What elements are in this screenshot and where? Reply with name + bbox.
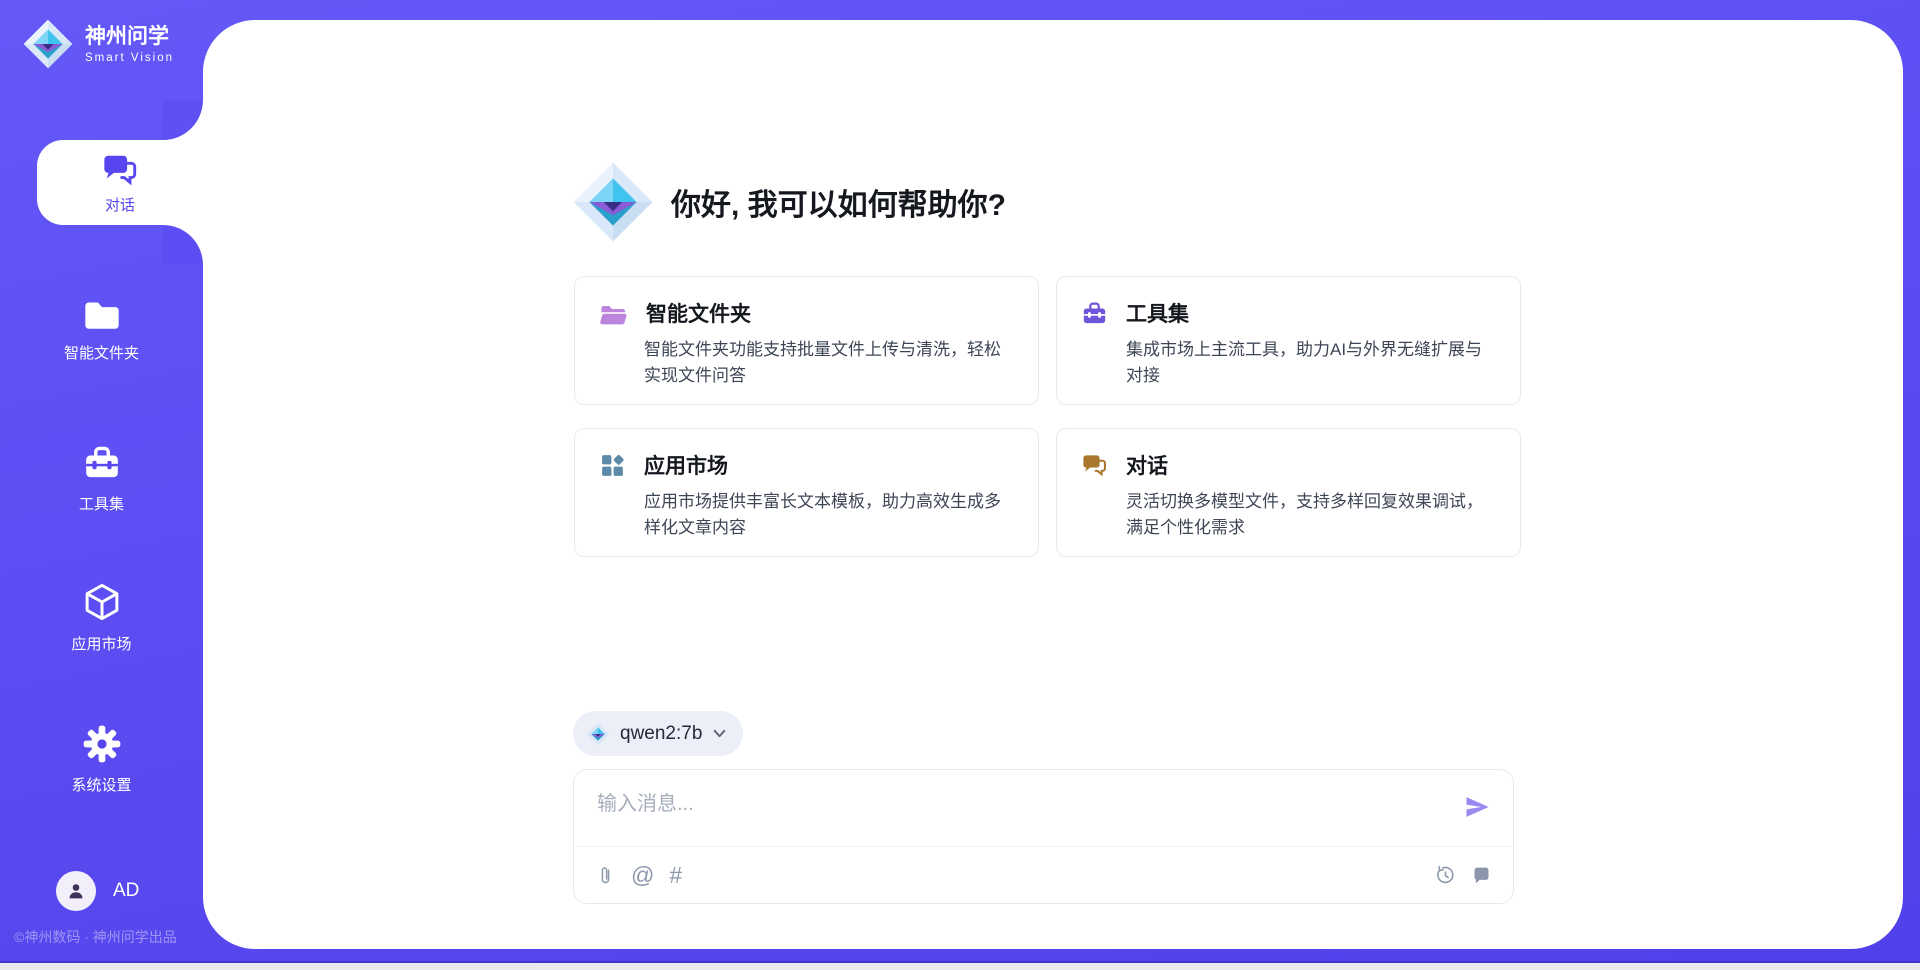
toolbox-icon (1081, 300, 1108, 327)
attach-file-button[interactable] (595, 865, 616, 886)
history-button[interactable] (1435, 865, 1456, 886)
message-input-box: @ # (573, 769, 1514, 904)
main-panel: 你好, 我可以如何帮助你? 智能文件夹 智能文件夹功能支持批量文件上传与清洗，轻… (203, 20, 1903, 949)
app-market-icon (81, 581, 123, 623)
chat-icon (101, 151, 139, 189)
sidebar-item-smart-folders[interactable]: 智能文件夹 (0, 298, 203, 363)
card-app-market[interactable]: 应用市场 应用市场提供丰富长文本模板，助力高效生成多样化文章内容 (574, 428, 1039, 557)
send-icon (1463, 793, 1491, 821)
card-description: 灵活切换多模型文件，支持多样回复效果调试，满足个性化需求 (1126, 489, 1496, 541)
settings-gear-icon (82, 724, 122, 764)
paperclip-icon (595, 865, 616, 886)
at-icon: @ (631, 864, 654, 887)
toolbox-icon (82, 443, 122, 483)
send-button[interactable] (1462, 793, 1492, 823)
active-tab-fillet-top (163, 100, 203, 140)
card-toolbox[interactable]: 工具集 集成市场上主流工具，助力AI与外界无缝扩展与对接 (1056, 276, 1521, 405)
model-selector[interactable]: qwen2:7b (573, 711, 743, 756)
greeting-diamond-icon (571, 160, 655, 244)
card-title: 对话 (1126, 450, 1168, 480)
copyright-text: ©神州数码 · 神州问学出品 (14, 927, 234, 947)
card-description: 应用市场提供丰富长文本模板，助力高效生成多样化文章内容 (644, 489, 1014, 541)
card-title: 智能文件夹 (646, 298, 751, 328)
user-profile[interactable]: AD (56, 871, 139, 911)
brand-logo: 神州问学 Smart Vision (22, 18, 174, 70)
person-icon (65, 880, 87, 902)
sidebar-item-label: 应用市场 (71, 633, 131, 654)
greeting-title: 你好, 我可以如何帮助你? (671, 180, 1006, 224)
at-mention-button[interactable]: @ (631, 864, 654, 887)
model-name: qwen2:7b (620, 723, 702, 745)
window-bottom-edge (0, 961, 1920, 970)
folder-open-icon (599, 300, 628, 327)
history-icon (1435, 865, 1456, 886)
card-description: 智能文件夹功能支持批量文件上传与清洗，轻松实现文件问答 (644, 337, 1014, 389)
greeting-header: 你好, 我可以如何帮助你? (571, 160, 1006, 244)
composer-toolbar-right (1435, 865, 1492, 886)
sidebar-item-settings[interactable]: 系统设置 (0, 724, 203, 795)
user-initials: AD (113, 880, 139, 902)
sidebar-item-app-market[interactable]: 应用市场 (0, 581, 203, 654)
composer-toolbar: @ # (574, 846, 1513, 903)
sidebar-item-label: 工具集 (79, 493, 124, 514)
card-title: 工具集 (1126, 298, 1189, 328)
card-smart-folders[interactable]: 智能文件夹 智能文件夹功能支持批量文件上传与清洗，轻松实现文件问答 (574, 276, 1039, 405)
comment-icon (1471, 865, 1492, 886)
folder-icon (82, 298, 122, 332)
hash-tag-button[interactable]: # (669, 864, 682, 887)
card-title: 应用市场 (644, 450, 728, 480)
chat-icon (1081, 452, 1108, 479)
hash-icon: # (669, 864, 682, 887)
sidebar-item-chat[interactable]: 对话 (37, 140, 203, 225)
brand-diamond-icon (22, 18, 74, 70)
feature-cards: 智能文件夹 智能文件夹功能支持批量文件上传与清洗，轻松实现文件问答 工具集 集成… (574, 276, 1521, 557)
active-tab-fillet-bottom (163, 225, 203, 265)
app-grid-icon (599, 452, 626, 479)
brand-subtitle: Smart Vision (85, 52, 174, 64)
brand-diamond-icon (586, 722, 610, 746)
comments-button[interactable] (1471, 865, 1492, 886)
sidebar-item-label: 系统设置 (71, 774, 131, 795)
brand-name: 神州问学 (85, 25, 174, 49)
sidebar-item-label: 对话 (105, 194, 135, 215)
avatar (56, 871, 96, 911)
message-input[interactable] (595, 785, 1419, 845)
card-description: 集成市场上主流工具，助力AI与外界无缝扩展与对接 (1126, 337, 1496, 389)
sidebar-item-toolbox[interactable]: 工具集 (0, 443, 203, 514)
chat-composer: qwen2:7b @ (573, 711, 1514, 904)
sidebar-item-label: 智能文件夹 (64, 342, 139, 363)
card-chat[interactable]: 对话 灵活切换多模型文件，支持多样回复效果调试，满足个性化需求 (1056, 428, 1521, 557)
chevron-down-icon (712, 726, 727, 741)
